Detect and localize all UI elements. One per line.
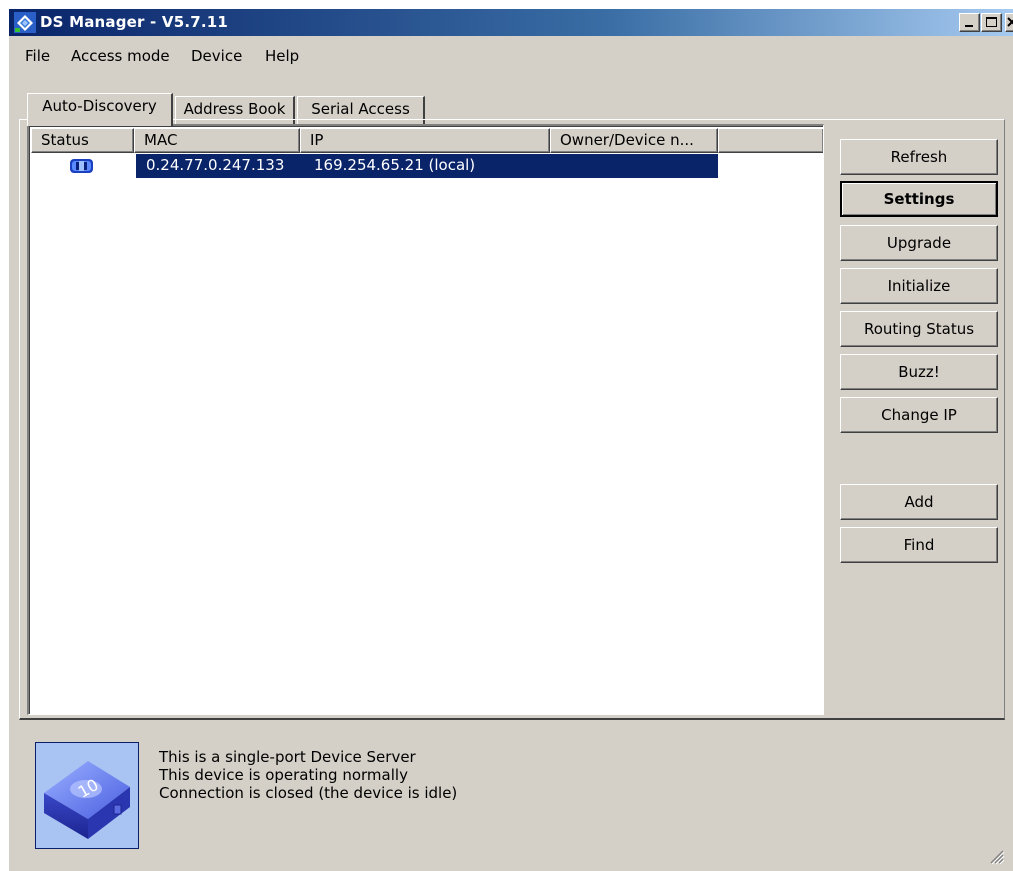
device-running-icon (70, 159, 93, 173)
table-row[interactable]: 0.24.77.0.247.133 169.254.65.21 (local) (31, 154, 823, 178)
column-header-mac[interactable]: MAC (134, 128, 300, 153)
cell-mac: 0.24.77.0.247.133 (146, 156, 285, 174)
routing-status-button[interactable]: Routing Status (840, 311, 998, 347)
buzz-button[interactable]: Buzz! (840, 354, 998, 390)
upgrade-button[interactable]: Upgrade (840, 225, 998, 261)
column-header-status[interactable]: Status (31, 128, 134, 153)
cell-ip: 169.254.65.21 (local) (314, 156, 476, 174)
minimize-button[interactable] (959, 13, 980, 32)
close-icon (1007, 17, 1013, 27)
add-button[interactable]: Add (840, 484, 998, 520)
initialize-button[interactable]: Initialize (840, 268, 998, 304)
menu-file[interactable]: File (25, 47, 50, 65)
column-header-ip[interactable]: IP (300, 128, 550, 153)
refresh-button[interactable]: Refresh (840, 139, 998, 175)
info-line-port: This is a single-port Device Server (159, 748, 416, 766)
device-list[interactable]: Status MAC IP Owner/Device n... 0.24.77.… (27, 124, 824, 715)
window-title: DS Manager - V5.7.11 (40, 13, 229, 31)
change-ip-button[interactable]: Change IP (840, 397, 998, 433)
maximize-button[interactable] (981, 13, 1002, 32)
device-server-icon: 10 (36, 743, 138, 848)
menu-bar: File Access mode Device Help (9, 47, 1013, 71)
column-header-owner[interactable]: Owner/Device n... (550, 128, 718, 153)
maximize-icon (986, 17, 997, 27)
settings-button[interactable]: Settings (840, 181, 998, 217)
device-server-image: 10 (35, 742, 139, 849)
menu-access-mode[interactable]: Access mode (71, 47, 170, 65)
ds-manager-logo-icon (14, 12, 36, 33)
resize-grip-icon[interactable] (985, 845, 1005, 865)
find-button[interactable]: Find (840, 527, 998, 563)
info-line-connection: Connection is closed (the device is idle… (159, 784, 458, 802)
close-button[interactable] (1005, 13, 1013, 32)
info-line-status: This device is operating normally (159, 766, 408, 784)
minimize-icon (965, 25, 973, 27)
tab-auto-discovery[interactable]: Auto-Discovery (27, 93, 173, 126)
menu-help[interactable]: Help (265, 47, 299, 65)
menu-device[interactable]: Device (191, 47, 242, 65)
column-header-filler (718, 128, 823, 153)
title-bar[interactable]: DS Manager - V5.7.11 (9, 9, 1013, 36)
